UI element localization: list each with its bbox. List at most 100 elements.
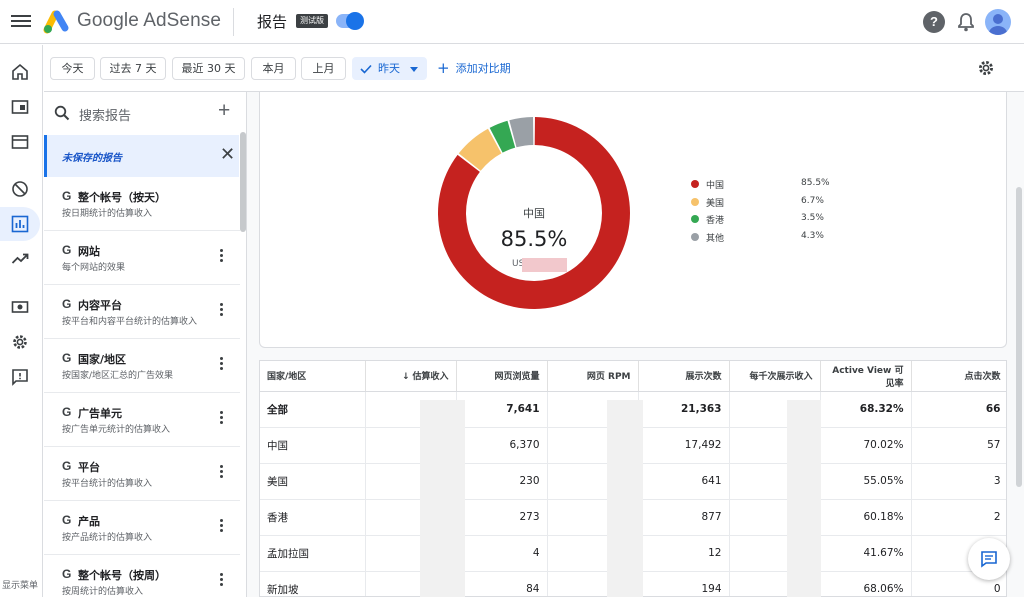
chip-today[interactable]: 今天 xyxy=(50,57,95,80)
search-placeholder: 搜索报告 xyxy=(79,109,132,124)
report-description: 按平台统计的估算收入 xyxy=(62,479,153,489)
chip-this-month[interactable]: 本月 xyxy=(251,57,296,80)
report-search[interactable]: 搜索报告 + xyxy=(44,92,246,134)
more-vert-icon[interactable] xyxy=(220,249,224,264)
column-header[interactable]: 每千次展示收入 xyxy=(729,361,821,392)
adsense-logo xyxy=(43,10,69,34)
report-item[interactable]: G 内容平台 按平台和内容平台统计的估算收入 xyxy=(44,285,240,339)
more-vert-icon[interactable] xyxy=(220,357,224,372)
table-cell: 68.06% xyxy=(820,571,912,596)
google-g-icon: G xyxy=(62,189,72,203)
chip-last-30-days[interactable]: 最近 30 天 xyxy=(172,57,245,80)
redacted-column xyxy=(607,400,643,597)
optimization-icon[interactable] xyxy=(0,242,40,276)
sites-icon[interactable] xyxy=(0,90,40,124)
add-comparison-label: 添加对比期 xyxy=(455,62,511,75)
report-item[interactable]: G 广告单元 按广告单元统计的估算收入 xyxy=(44,393,240,447)
chat-feedback-icon xyxy=(981,551,997,568)
add-comparison-button[interactable]: + 添加对比期 xyxy=(437,57,511,80)
report-title: 平台 xyxy=(78,461,100,474)
report-title: 国家/地区 xyxy=(78,353,127,366)
menu-icon[interactable] xyxy=(11,12,31,32)
legend-label: 美国 xyxy=(706,198,725,209)
beta-badge: 测试版 xyxy=(296,14,328,28)
legend-value: 85.5% xyxy=(801,178,830,188)
divider xyxy=(233,8,234,36)
settings-gear-icon[interactable] xyxy=(977,59,995,77)
plus-icon: + xyxy=(437,59,450,77)
add-report-icon[interactable]: + xyxy=(218,99,230,123)
legend-swatch xyxy=(691,215,699,223)
legend-swatch xyxy=(691,180,699,188)
chip-last-7-days[interactable]: 过去 7 天 xyxy=(100,57,166,80)
column-header-sorted[interactable]: ↓ 估算收入 xyxy=(365,361,457,392)
notification-bell-icon[interactable] xyxy=(955,11,977,33)
chip-yesterday-label: 昨天 xyxy=(378,62,400,75)
table-cell: 230 xyxy=(456,463,548,500)
reports-icon[interactable] xyxy=(0,207,40,241)
feedback-button[interactable] xyxy=(968,538,1010,580)
redacted-value xyxy=(522,258,567,272)
report-title: 整个帐号（按天） xyxy=(78,191,166,204)
report-item[interactable]: G 网站 每个网站的效果 xyxy=(44,231,240,285)
column-header[interactable]: 点击次数 xyxy=(911,361,1006,392)
more-vert-icon[interactable] xyxy=(220,465,224,480)
payments-icon[interactable] xyxy=(0,290,40,324)
more-vert-icon[interactable] xyxy=(220,573,224,588)
column-header[interactable]: 网页 RPM xyxy=(547,361,639,392)
feedback-icon[interactable] xyxy=(0,360,40,394)
report-item[interactable]: G 产品 按产品统计的估算收入 xyxy=(44,501,240,555)
beta-toggle[interactable] xyxy=(336,12,364,30)
table-cell: 84 xyxy=(456,571,548,596)
date-filter-bar: 今天 过去 7 天 最近 30 天 本月 上月 昨天 + 添加对比期 xyxy=(44,45,1024,92)
chart-center-value: 85.5% xyxy=(500,227,568,251)
show-menu-label[interactable]: 显示菜单 xyxy=(2,578,38,591)
report-description: 按日期统计的估算收入 xyxy=(62,209,153,219)
chip-yesterday[interactable]: 昨天 xyxy=(352,57,427,80)
main-scrollbar[interactable] xyxy=(1016,187,1022,487)
legend-label: 其他 xyxy=(706,233,725,244)
blocking-controls-icon[interactable] xyxy=(0,172,40,206)
report-description: 按平台和内容平台统计的估算收入 xyxy=(62,317,198,327)
chart-card: 中国 85.5% US 中国 85.5% 美国 6.7% 香港 3.5% 其他 4.3% xyxy=(259,92,1007,348)
table-cell: 21,363 xyxy=(638,391,730,428)
google-g-icon: G xyxy=(62,297,72,311)
report-item[interactable]: G 平台 按平台统计的估算收入 xyxy=(44,447,240,501)
column-header[interactable]: 展示次数 xyxy=(638,361,730,392)
chip-last-month[interactable]: 上月 xyxy=(301,57,346,80)
more-vert-icon[interactable] xyxy=(220,519,224,534)
table-cell: 60.18% xyxy=(820,499,912,536)
column-header[interactable]: 网页浏览量 xyxy=(456,361,548,392)
unsaved-report-item[interactable]: 未保存的报告 ✕ xyxy=(44,135,239,177)
report-item[interactable]: G 国家/地区 按国家/地区汇总的广告效果 xyxy=(44,339,240,393)
report-item[interactable]: G 整个帐号（按周） 按周统计的估算收入 xyxy=(44,555,240,597)
report-item[interactable]: G 整个帐号（按天） 按日期统计的估算收入 xyxy=(44,177,240,231)
search-icon xyxy=(54,105,70,121)
close-icon[interactable]: ✕ xyxy=(220,144,235,165)
legend-label: 中国 xyxy=(706,181,725,191)
table-cell: 877 xyxy=(638,499,730,536)
report-title: 整个帐号（按周） xyxy=(78,569,166,582)
more-vert-icon[interactable] xyxy=(220,411,224,426)
table-cell: 17,492 xyxy=(638,427,730,464)
help-icon[interactable]: ? xyxy=(923,11,945,33)
google-g-icon: G xyxy=(62,513,72,527)
column-header[interactable]: Active View 可见率 xyxy=(820,361,912,392)
report-list-panel: 搜索报告 + 未保存的报告 ✕ G 整个帐号（按天） 按日期统计的估算收入 G … xyxy=(44,92,247,597)
table-cell: 7,641 xyxy=(456,391,548,428)
table-cell: 41.67% xyxy=(820,535,912,572)
sidebar-scrollbar[interactable] xyxy=(240,132,246,232)
donut-center: 中国 85.5% US xyxy=(437,116,631,310)
home-icon[interactable] xyxy=(0,55,40,89)
check-icon xyxy=(360,64,372,74)
settings-gear-icon[interactable] xyxy=(0,325,40,359)
avatar[interactable] xyxy=(985,9,1011,35)
column-header[interactable]: 国家/地区 xyxy=(260,361,366,392)
table-header-row: 国家/地区 ↓ 估算收入 网页浏览量 网页 RPM 展示次数 每千次展示收入 Ac… xyxy=(260,361,1006,392)
table-cell: 中国 xyxy=(260,427,366,464)
ads-icon[interactable] xyxy=(0,125,40,159)
report-description: 每个网站的效果 xyxy=(62,263,126,273)
more-vert-icon[interactable] xyxy=(220,303,224,318)
table-cell: 70.02% xyxy=(820,427,912,464)
redacted-column xyxy=(420,400,465,597)
